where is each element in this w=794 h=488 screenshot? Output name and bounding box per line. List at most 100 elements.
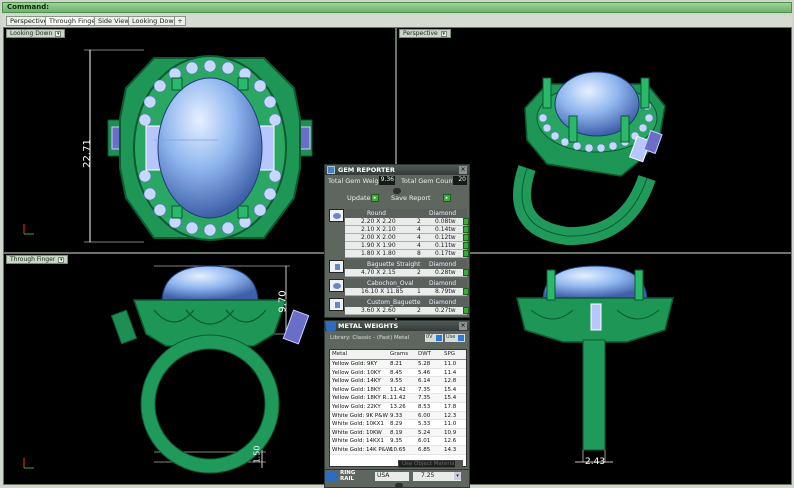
gem-group-baguette: Baguette Straight Diamond 4.70 X 2.15 2 0.2… <box>329 260 469 277</box>
table-cell: 11.0 <box>444 421 457 428</box>
total-gem-weight-label: Total Gem Weight <box>328 177 386 185</box>
gem-material: Diamond <box>429 261 457 268</box>
metal-weights-title: METAL WEIGHTS <box>338 322 399 330</box>
table-row[interactable]: Yellow Gold: 9KY 8.21 5.28 11.0 <box>330 360 466 369</box>
table-cell: White Gold: 14KX1 <box>332 438 384 445</box>
table-cell: 11.42 <box>390 395 406 402</box>
table-cell: 6.14 <box>418 378 431 385</box>
table-cell: Yellow Gold: 18KY <box>332 386 381 393</box>
select-gems-button[interactable] <box>463 269 469 276</box>
table-row[interactable]: Yellow Gold: 18KY R... 11.42 7.35 15.4 <box>330 394 466 403</box>
table-cell: 8.19 <box>390 429 403 436</box>
table-cell: Yellow Gold: 10KY <box>332 369 381 376</box>
gem-material: Diamond <box>429 280 457 287</box>
ring-standard-select[interactable]: USA <box>375 472 409 481</box>
select-gems-button[interactable] <box>463 288 469 295</box>
gem-group-cabochon: Cabochon_Oval Diamond 16.10 X 11.85 1 8.79t… <box>329 279 469 296</box>
chevron-down-icon[interactable]: ▾ <box>454 472 461 480</box>
gem-shape: Custom_Baguette <box>367 299 421 306</box>
command-bar[interactable]: Command: <box>2 2 792 13</box>
gem-reporter-titlebar[interactable]: GEM REPORTER × <box>325 165 469 175</box>
table-cell: 8.53 <box>418 403 431 410</box>
table-header: Metal Grams DWT SPG <box>330 350 466 360</box>
table-row[interactable]: 16.10 X 11.85 1 8.79tw <box>345 288 469 296</box>
gem-actions: Update ▸ Save Report ▸ <box>325 191 469 205</box>
total-gem-weight-value: 9.36 <box>379 176 395 185</box>
table-row[interactable]: 1.80 X 1.80 8 0.17tw <box>345 250 469 258</box>
table-row[interactable]: 2.20 X 2.20 2 0.08tw <box>345 218 469 226</box>
gem-icon <box>327 166 335 174</box>
table-row[interactable]: White Gold: 14KX1 9.35 6.01 12.6 <box>330 437 466 446</box>
table-row[interactable]: 2.10 X 2.10 4 0.14tw <box>345 226 469 234</box>
select-gems-button[interactable] <box>463 234 469 241</box>
select-gems-button[interactable] <box>463 218 469 225</box>
select-gems-button[interactable] <box>463 307 469 314</box>
table-cell: 5.46 <box>418 369 431 376</box>
table-row[interactable]: Yellow Gold: 18KY 11.42 7.35 15.4 <box>330 386 466 395</box>
gem-material: Diamond <box>429 210 457 217</box>
close-icon[interactable]: × <box>459 166 467 174</box>
volume-button[interactable]: 0V <box>425 334 443 342</box>
custom-baguette-thumbnail <box>329 298 344 311</box>
table-row[interactable]: 2.00 X 2.00 4 0.12tw <box>345 234 469 242</box>
gem-reporter-title: GEM REPORTER <box>338 166 395 174</box>
table-cell: 9.55 <box>390 378 403 385</box>
save-report-label: Save Report <box>391 194 431 202</box>
ring-size-select[interactable]: 7.25 ▾ <box>413 472 461 481</box>
table-row[interactable]: Yellow Gold: 14KY 9.55 6.14 12.8 <box>330 377 466 386</box>
table-cell: White Gold: 14K P&W <box>332 446 392 453</box>
update-button[interactable]: ▸ <box>371 194 379 202</box>
use-button[interactable]: Use <box>445 334 465 342</box>
table-cell: 15.4 <box>444 386 457 393</box>
select-gems-button[interactable] <box>463 250 469 257</box>
save-report-button[interactable]: ▸ <box>443 194 451 202</box>
table-row[interactable]: White Gold: 14K P&W 10.65 6.85 14.3 <box>330 445 466 455</box>
dimension-label: 22.71 <box>81 139 93 168</box>
table-row[interactable]: Yellow Gold: 10KY 8.45 5.46 11.4 <box>330 369 466 378</box>
table-cell: Yellow Gold: 14KY <box>332 378 381 385</box>
gem-shape: Baguette Straight <box>367 261 421 268</box>
table-cell: 12.8 <box>444 378 457 385</box>
table-cell: 13.26 <box>390 403 406 410</box>
use-object-material-button[interactable] <box>455 460 463 468</box>
metal-weights-icon <box>326 321 336 331</box>
table-cell: 8.29 <box>390 421 403 428</box>
table-cell: Yellow Gold: 9KY <box>332 361 378 367</box>
table-cell: 6.01 <box>418 438 431 445</box>
table-cell: 12.6 <box>444 438 457 445</box>
command-label: Command: <box>7 3 50 11</box>
total-gem-count-label: Total Gem Count <box>401 177 455 185</box>
update-label: Update <box>347 194 371 202</box>
table-row[interactable]: 4.70 X 2.15 2 0.28tw <box>345 269 469 277</box>
gem-reporter-panel: GEM REPORTER × Total Gem Weight 9.36 Tot… <box>324 164 470 318</box>
viewport-tabs: Perspective Through Finger Side View Loo… <box>2 15 792 27</box>
select-gems-button[interactable] <box>463 242 469 249</box>
metal-weights-panel: METAL WEIGHTS × Library: Classic - (Fast… <box>324 320 470 470</box>
table-row[interactable]: 3.60 X 2.60 2 0.27tw <box>345 307 469 315</box>
add-tab-button[interactable]: + <box>174 16 186 26</box>
metal-weights-titlebar[interactable]: METAL WEIGHTS × <box>325 321 469 331</box>
table-cell: Yellow Gold: 22KY <box>332 403 381 410</box>
table-row[interactable]: White Gold: 10KW 8.19 5.24 10.9 <box>330 428 466 438</box>
close-icon[interactable]: × <box>459 322 467 330</box>
table-cell: 10.9 <box>444 429 457 436</box>
table-cell: 11.0 <box>444 361 457 367</box>
table-row[interactable]: 1.90 X 1.90 4 0.11tw <box>345 242 469 250</box>
use-object-material-field[interactable]: Use Object Material <box>398 460 460 468</box>
table-cell: 12.3 <box>444 412 457 419</box>
table-cell: 6.85 <box>418 446 431 453</box>
table-row[interactable]: White Gold: 10KX1 8.29 5.33 11.0 <box>330 420 466 429</box>
total-gem-count-value: 20 <box>453 176 467 185</box>
table-row[interactable]: White Gold: 9K P&W 9.33 6.00 12.3 <box>330 411 466 421</box>
gem-group-round: Round Diamond 2.20 X 2.20 2 0.08tw 2.10 X 2… <box>329 209 469 258</box>
table-cell: Yellow Gold: 18KY R... <box>332 395 392 402</box>
gem-shape: Cabochon_Oval <box>367 280 414 287</box>
select-gems-button[interactable] <box>463 226 469 233</box>
round-gem-thumbnail <box>329 209 344 222</box>
table-cell: 7.35 <box>418 395 431 402</box>
table-row[interactable]: Yellow Gold: 22KY 13.26 8.53 17.8 <box>330 403 466 412</box>
table-cell: 5.24 <box>418 429 431 436</box>
ring-rail-panel: RING RAIL USA 7.25 ▾ <box>324 469 470 488</box>
app-window: Command: Perspective Through Finger Side… <box>0 0 794 488</box>
expand-toggle[interactable] <box>395 483 403 488</box>
